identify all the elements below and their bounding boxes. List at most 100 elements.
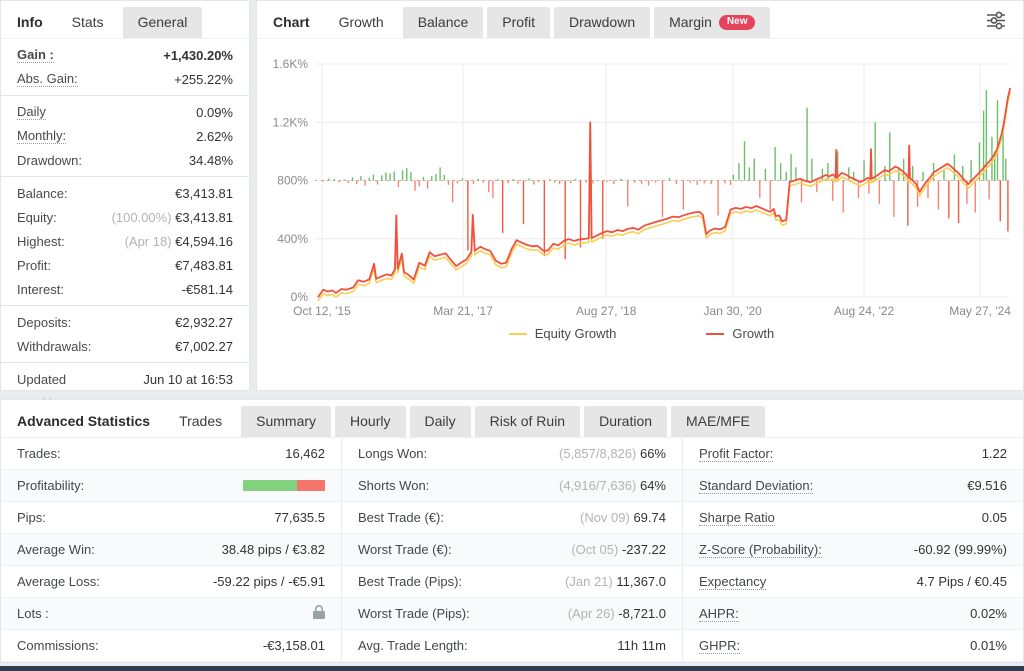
tab-label: Margin [669,14,712,30]
svg-text:0%: 0% [291,290,309,304]
tab-label: Growth [339,14,384,30]
stat-value: -€581.14 [182,282,233,297]
stat-label: Profit: [17,258,51,273]
stat-value-note: (Oct 05) [571,542,622,557]
stat-value: (5,857/8,826) 66% [559,446,666,461]
tab-general[interactable]: General [123,7,203,38]
stat-value: (Apr 26) -8,721.0 [568,606,666,621]
stat-row-profit-factor: Profit Factor: 1.22 [683,438,1023,470]
tab-profit[interactable]: Profit [487,7,550,38]
group-divider [1,176,249,177]
stat-label: Profit Factor: [699,446,773,462]
svg-text:400%: 400% [277,232,308,246]
profitability-bar [243,480,325,491]
stat-label: AHPR: [699,606,739,622]
advanced-statistics-title: Advanced Statistics [17,406,164,437]
tab-balance[interactable]: Balance [403,7,484,38]
advanced-statistics-tabs-row: Advanced Statistics TradesSummaryHourlyD… [1,400,1023,438]
stat-row-best-trade-pips: Best Trade (Pips):(Jan 21) 11,367.0 [342,566,682,598]
stat-value: 0.09% [196,105,233,120]
legend-item-equity-growth[interactable]: Equity Growth [509,326,617,341]
group-divider [1,305,249,306]
stat-value: €3,413.81 [175,186,233,201]
stat-value-note: (Jan 21) [565,574,616,589]
profitability-loss-segment [297,480,325,491]
stat-label: Gain : [17,47,54,63]
stat-row-equity: Equity: (100.00%) €3,413.81 [1,205,249,229]
chart-legend: Equity Growth Growth [260,326,1023,341]
stat-row-expectancy: Expectancy4.7 Pips / €0.45 [683,566,1023,598]
stat-label: Average Win: [17,542,95,557]
stat-value: (Oct 05) -237.22 [571,542,666,557]
tab-stats[interactable]: Stats [57,7,119,38]
stat-value: 0.05 [982,510,1007,525]
stat-value: €7,483.81 [175,258,233,273]
profitability-win-segment [243,480,297,491]
stat-label: Trades: [17,446,61,461]
growth-chart[interactable]: 0%400%800%1.2K%1.6K%Oct 12, '15Mar 21, '… [257,39,1023,341]
stat-row-lots: Lots : [1,598,341,630]
chart-panel: Chart Growth Balance ProfitDrawdownMarginN… [256,0,1024,391]
stat-value: -€3,158.01 [263,638,325,653]
stat-value: €9.516 [967,478,1007,493]
tab-margin[interactable]: MarginNew [654,7,770,38]
account-stats-list: Gain :+1,430.20%Abs. Gain:+255.22%Daily0… [1,39,249,415]
tab-label: Risk of Ruin [490,413,565,429]
group-divider [1,95,249,96]
svg-text:May 27, '24: May 27, '24 [949,304,1011,318]
stat-value: +255.22% [174,72,233,87]
tab-label: Trades [179,413,222,429]
stat-value: (100.00%) €3,413.81 [112,210,233,225]
info-panel-title: Info [17,7,57,38]
stat-label: Equity: [17,210,57,225]
stat-row-ghpr: GHPR:0.01% [683,630,1023,662]
tab-mae-mfe[interactable]: MAE/MFE [671,406,765,437]
advanced-statistics-panel: Advanced Statistics TradesSummaryHourlyD… [0,399,1024,663]
stat-label: Average Loss: [17,574,100,589]
info-stats-panel: Info StatsGeneral Gain :+1,430.20%Abs. G… [0,0,250,391]
stat-row-pips: Pips:77,635.5 [1,502,341,534]
stat-label: Sharpe Ratio [699,510,775,526]
tab-risk-of-ruin[interactable]: Risk of Ruin [475,406,580,437]
svg-text:Aug 27, '18: Aug 27, '18 [576,304,637,318]
svg-text:Jan 30, '20: Jan 30, '20 [704,304,763,318]
tab-trades[interactable]: Trades [164,406,237,437]
stat-value-note: (Nov 09) [580,510,633,525]
tab-hourly[interactable]: Hourly [335,406,405,437]
stat-label: Expectancy [699,574,766,590]
stat-value-note: (Apr 18) [125,234,176,249]
tab-label: Balance [418,14,469,30]
tab-daily[interactable]: Daily [410,406,471,437]
stat-label: Daily [17,104,46,120]
stat-value-note: (4,916/7,636) [559,478,640,493]
tab-label: Duration [599,413,652,429]
stat-row-shorts-won: Shorts Won:(4,916/7,636) 64% [342,470,682,502]
stat-label: Longs Won: [358,446,427,461]
stat-value: -60.92 (99.99%) [914,542,1007,557]
info-panel-tabs-row: Info Stats General [1,1,249,39]
chart-settings-icon[interactable] [979,7,1013,36]
stat-row-best-trade: Best Trade (€):(Nov 09) 69.74 [342,502,682,534]
stat-row-commissions: Commissions:-€3,158.01 [1,630,341,662]
stat-label: Worst Trade (Pips): [358,606,470,621]
stat-value-note: (Apr 26) [568,606,619,621]
legend-item-growth[interactable]: Growth [706,326,774,341]
legend-dash-icon [509,333,527,335]
stat-value: Jun 10 at 16:53 [143,372,233,387]
tab-summary[interactable]: Summary [241,406,331,437]
tab-drawdown[interactable]: Drawdown [554,7,650,38]
tab-label: General [138,14,188,30]
stat-label: Updated [17,372,66,387]
tab-duration[interactable]: Duration [584,406,667,437]
stat-value: 1.22 [982,446,1007,461]
stat-value: 16,462 [285,446,325,461]
stat-row-standard-deviation: Standard Deviation:€9.516 [683,470,1023,502]
svg-text:800%: 800% [277,174,308,188]
chart-panel-title: Chart [273,7,324,38]
tab-growth[interactable]: Growth [324,7,399,38]
stat-value: €2,932.27 [175,315,233,330]
stat-label: Profitability: [17,478,84,493]
top-section: Info StatsGeneral Gain :+1,430.20%Abs. G… [0,0,1024,391]
stat-label: Lots : [17,606,49,621]
stat-value: +1,430.20% [163,48,233,63]
